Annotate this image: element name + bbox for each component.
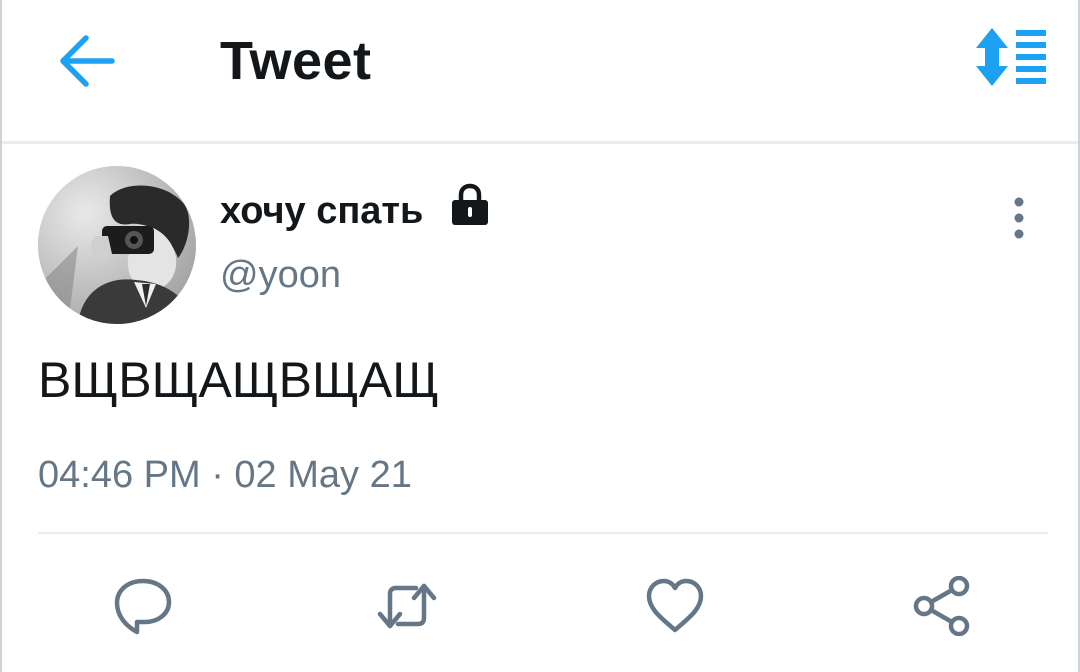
header-divider bbox=[2, 141, 1078, 144]
retweet-button[interactable] bbox=[376, 576, 438, 636]
author-handle[interactable]: @yoon bbox=[220, 252, 341, 298]
lock-icon bbox=[452, 183, 488, 225]
profile-photo bbox=[38, 166, 196, 324]
like-button[interactable] bbox=[644, 576, 706, 636]
sort-order-button[interactable] bbox=[972, 26, 1050, 88]
share-icon bbox=[913, 575, 970, 637]
tweet-text: ВЩВЩАЩВЩАЩ bbox=[38, 352, 440, 408]
avatar[interactable] bbox=[38, 166, 196, 324]
tweet-timestamp: 04:46 PM · 02 May 21 bbox=[38, 454, 412, 496]
arrow-left-icon bbox=[60, 35, 115, 87]
page-title: Tweet bbox=[220, 31, 372, 91]
reply-button[interactable] bbox=[112, 576, 174, 636]
more-vertical-icon bbox=[1014, 197, 1024, 239]
back-button[interactable] bbox=[58, 34, 116, 88]
tweet-detail-screen: Tweet хочу спать @yoon ВЩВЩАЩВЩАЩ 04:46 … bbox=[0, 0, 1080, 672]
sort-order-icon bbox=[976, 28, 1046, 86]
heart-icon bbox=[646, 578, 704, 633]
speech-bubble-icon bbox=[114, 578, 172, 635]
top-app-bar: Tweet bbox=[2, 0, 1078, 140]
body-divider bbox=[38, 532, 1048, 534]
more-options-button[interactable] bbox=[1004, 196, 1034, 240]
retweet-icon bbox=[377, 583, 437, 629]
share-button[interactable] bbox=[910, 575, 972, 637]
author-display-name[interactable]: хочу спать bbox=[220, 188, 423, 234]
